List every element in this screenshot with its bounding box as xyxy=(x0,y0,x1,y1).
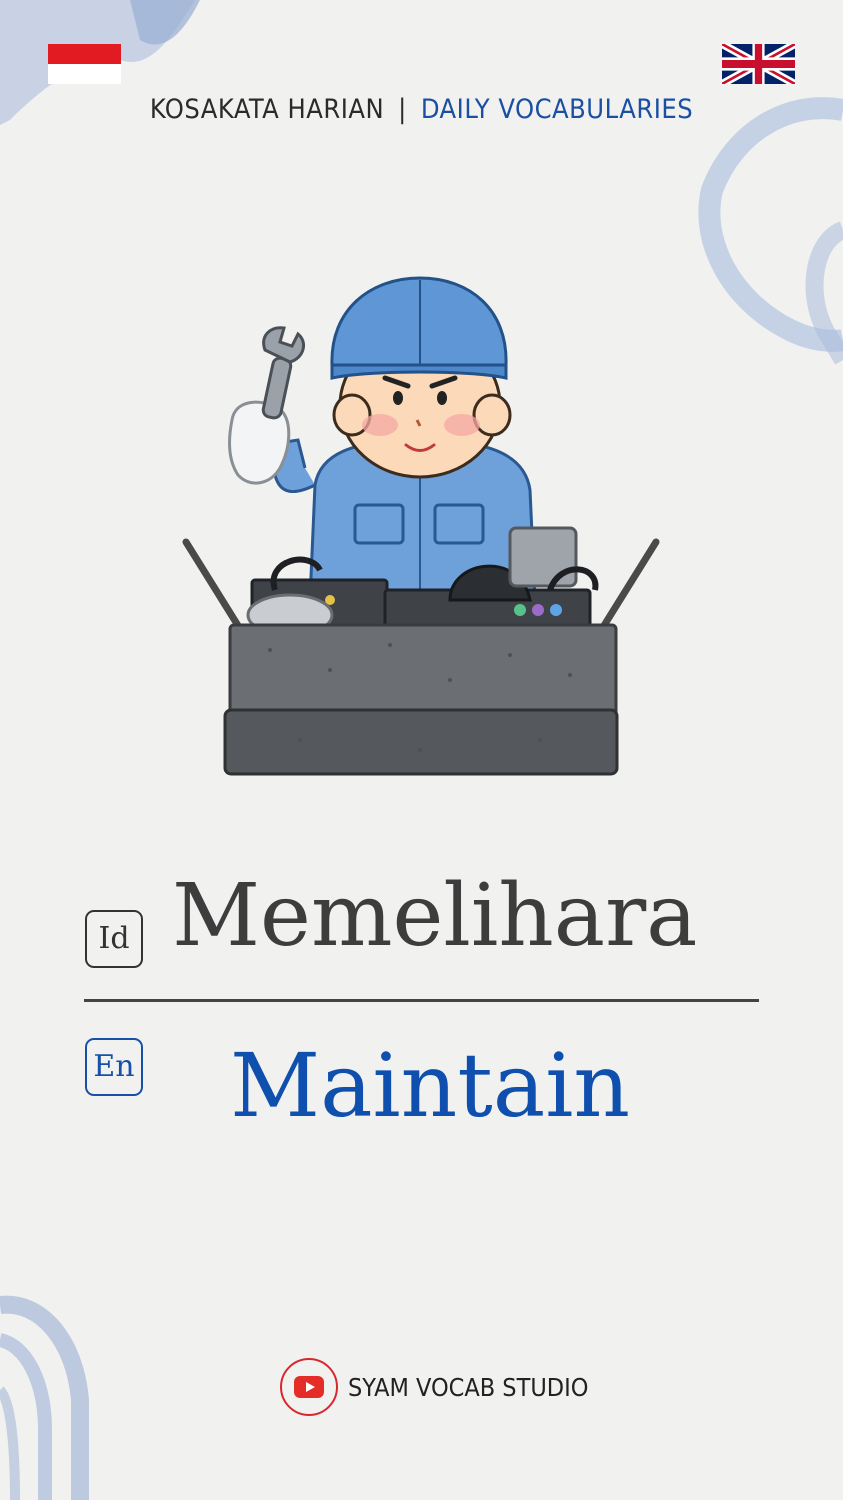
header-en-label: DAILY VOCABULARIES xyxy=(420,94,694,125)
header-separator: | xyxy=(398,94,407,125)
word-divider xyxy=(84,999,759,1002)
channel-name: SYAM VOCAB STUDIO xyxy=(348,1372,589,1402)
indonesian-language-tag: Id xyxy=(85,910,143,968)
mechanic-illustration xyxy=(182,276,660,776)
channel-footer[interactable]: SYAM VOCAB STUDIO xyxy=(280,1356,588,1418)
indonesia-flag-icon xyxy=(48,44,121,84)
united-kingdom-flag-icon xyxy=(722,44,795,84)
english-word: Maintain xyxy=(229,1034,631,1137)
youtube-icon[interactable] xyxy=(280,1358,338,1416)
indonesian-word: Memelihara xyxy=(172,866,698,966)
header-id-label: KOSAKATA HARIAN xyxy=(149,94,385,125)
page-header: KOSAKATA HARIAN | DAILY VOCABULARIES xyxy=(0,94,843,125)
